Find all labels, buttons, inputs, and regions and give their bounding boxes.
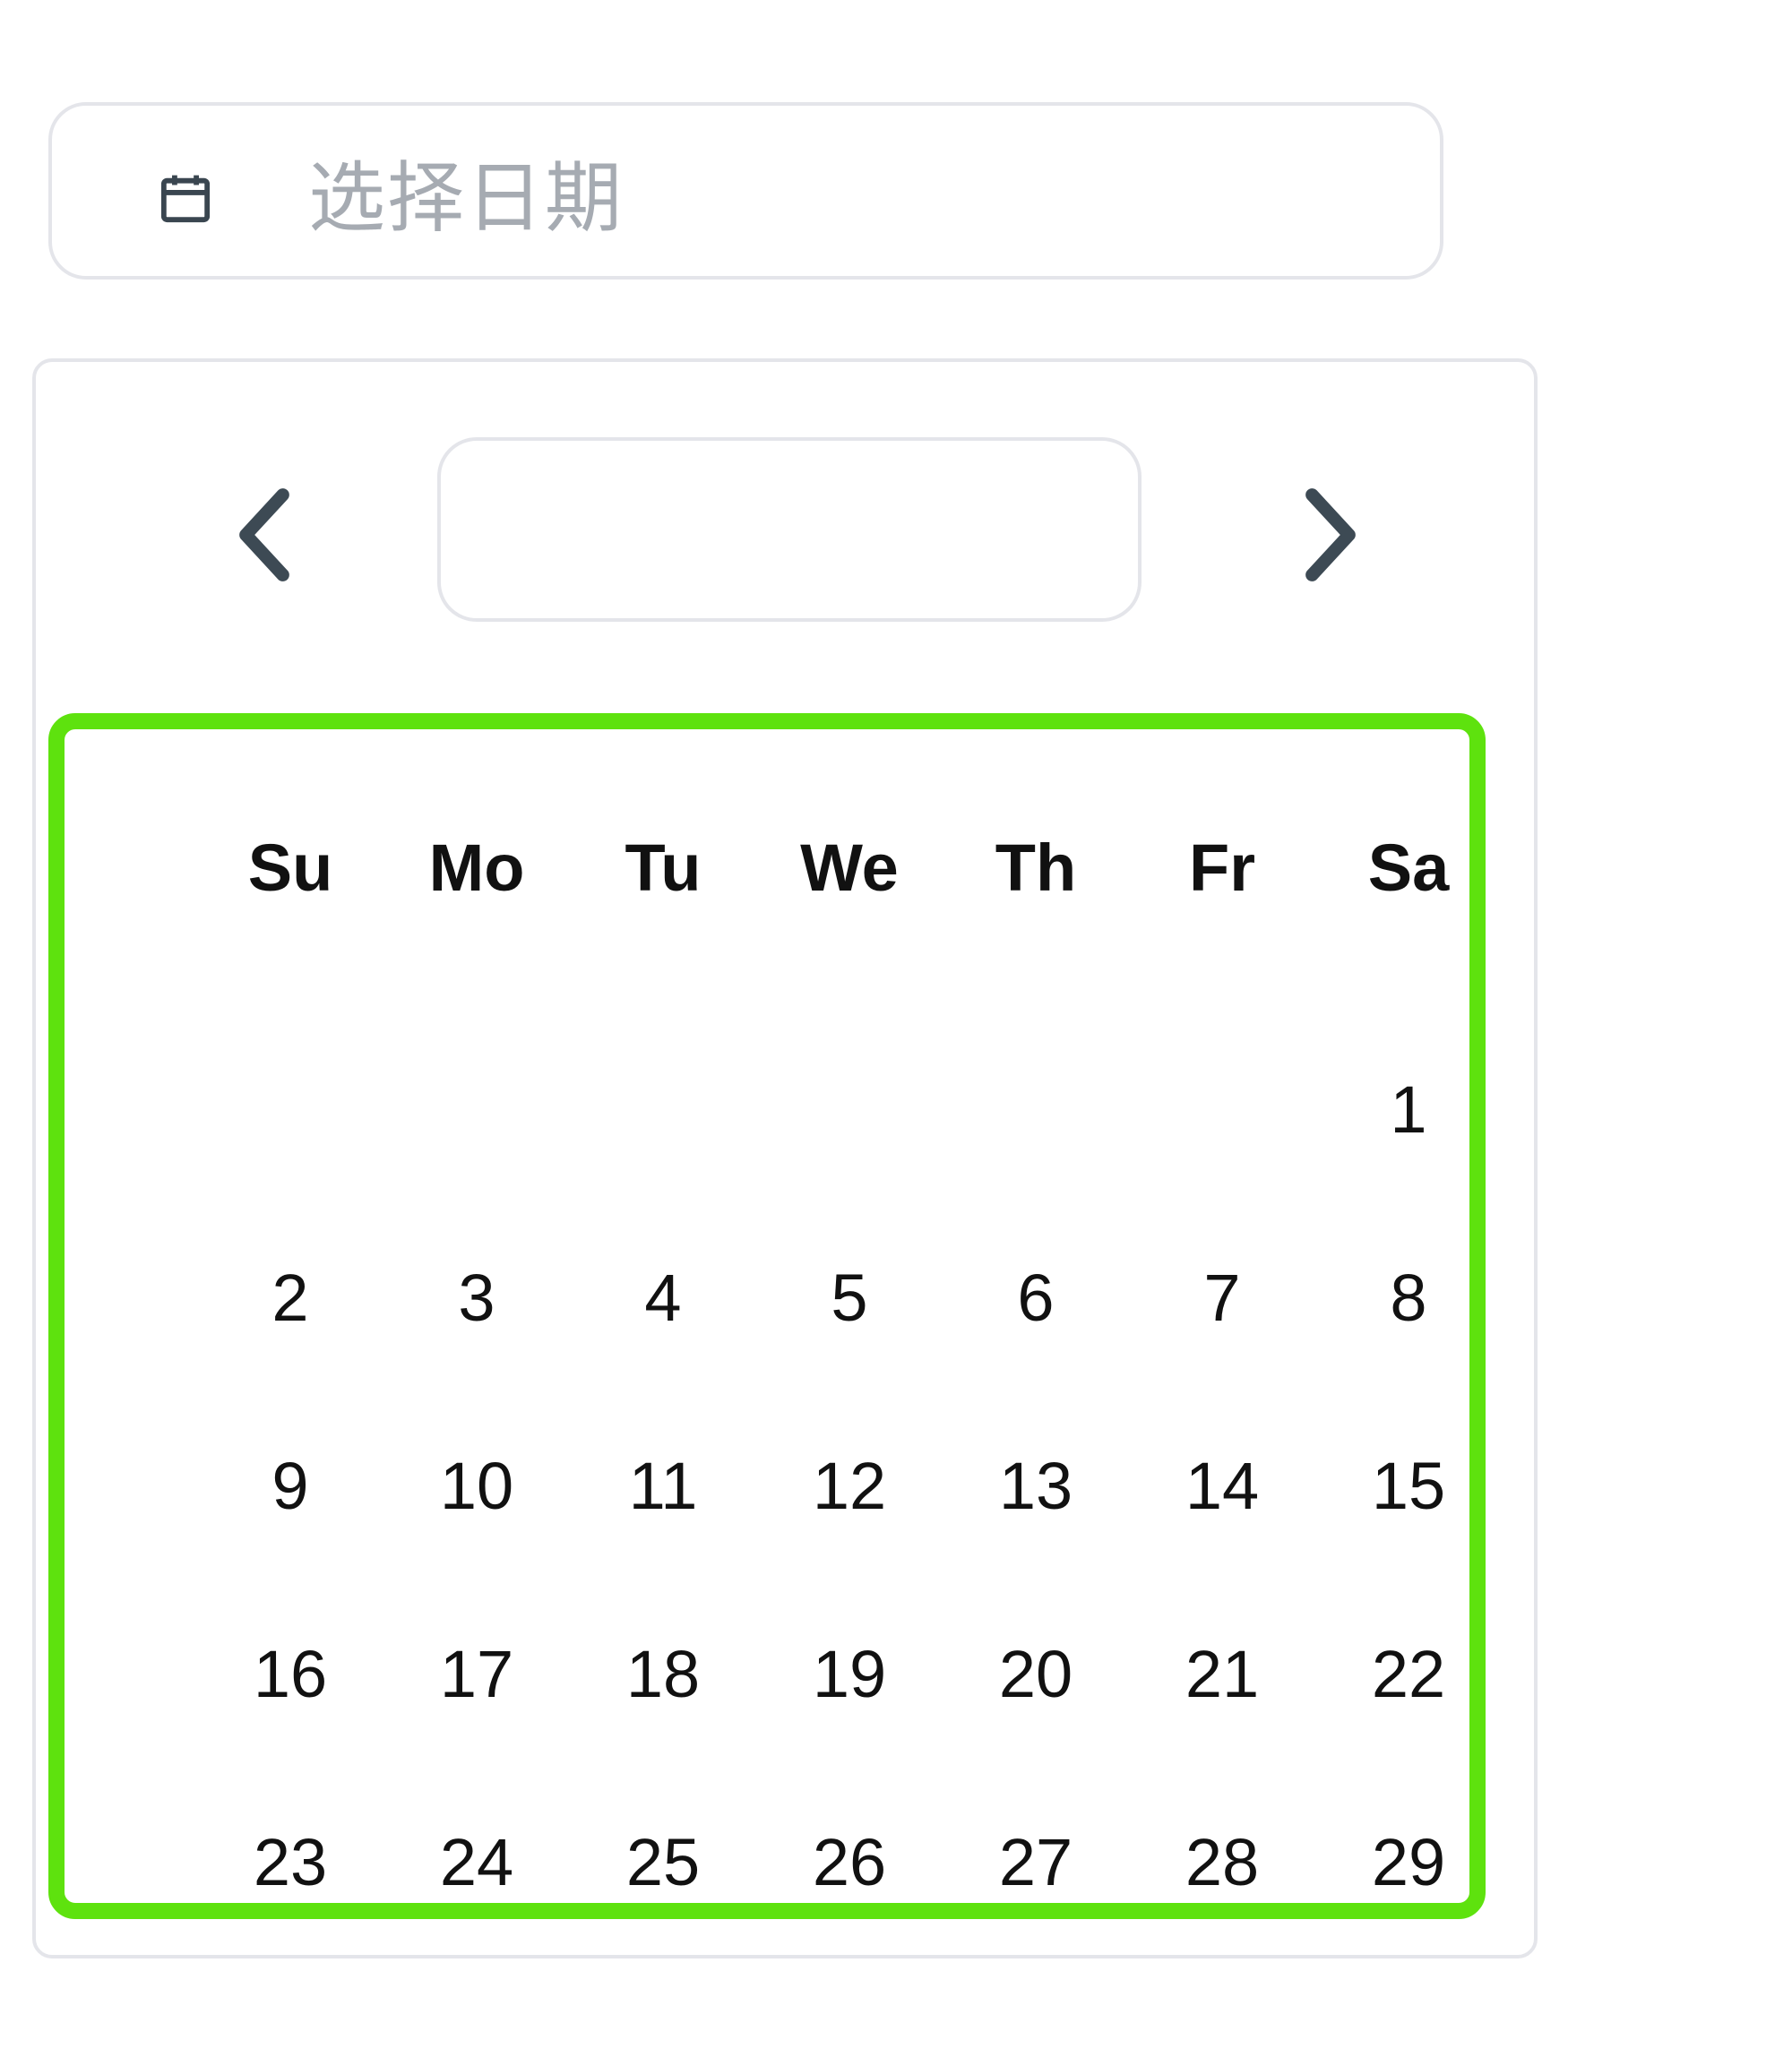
month-year-selector[interactable] — [437, 437, 1142, 622]
prev-month-button[interactable] — [215, 477, 314, 593]
week-row: 1 — [197, 1015, 1502, 1203]
calendar-grid: Su Mo Tu We Th Fr Sa 1 2 3 4 5 6 7 8 9 1… — [197, 813, 1502, 1956]
chevron-left-icon — [239, 488, 289, 581]
weekday-wednesday: We — [800, 830, 899, 905]
weekday-header-row: Su Mo Tu We Th Fr Sa — [197, 813, 1502, 921]
day-cell[interactable]: 24 — [383, 1824, 570, 1900]
day-cell[interactable]: 14 — [1129, 1448, 1315, 1524]
day-cell[interactable]: 3 — [383, 1260, 570, 1336]
day-cell[interactable]: 20 — [943, 1636, 1129, 1712]
week-row: 23 24 25 26 27 28 29 — [197, 1768, 1502, 1956]
day-cell[interactable]: 5 — [756, 1260, 943, 1336]
day-cell[interactable]: 8 — [1315, 1260, 1502, 1336]
day-cell[interactable]: 9 — [197, 1448, 383, 1524]
day-cell[interactable]: 13 — [943, 1448, 1129, 1524]
week-row: 2 3 4 5 6 7 8 — [197, 1203, 1502, 1391]
day-cell[interactable]: 1 — [1315, 1072, 1502, 1148]
day-cell[interactable]: 17 — [383, 1636, 570, 1712]
day-cell[interactable]: 18 — [570, 1636, 756, 1712]
day-cell[interactable]: 15 — [1315, 1448, 1502, 1524]
day-cell[interactable]: 11 — [570, 1448, 756, 1524]
weekday-saturday: Sa — [1367, 830, 1450, 905]
day-cell[interactable]: 6 — [943, 1260, 1129, 1336]
weekday-friday: Fr — [1189, 830, 1255, 905]
day-cell[interactable]: 12 — [756, 1448, 943, 1524]
weekday-sunday: Su — [247, 830, 333, 905]
weekday-monday: Mo — [428, 830, 525, 905]
date-input-placeholder: 选择日期 — [308, 153, 624, 244]
week-row: 16 17 18 19 20 21 22 — [197, 1580, 1502, 1768]
day-cell[interactable]: 21 — [1129, 1636, 1315, 1712]
day-cell[interactable]: 2 — [197, 1260, 383, 1336]
day-cell[interactable]: 22 — [1315, 1636, 1502, 1712]
day-cell[interactable]: 28 — [1129, 1824, 1315, 1900]
day-cell[interactable]: 23 — [197, 1824, 383, 1900]
date-picker-input[interactable]: 选择日期 — [48, 102, 1443, 280]
day-cell[interactable]: 7 — [1129, 1260, 1315, 1336]
chevron-right-icon — [1305, 488, 1356, 581]
day-cell[interactable]: 29 — [1315, 1824, 1502, 1900]
day-cell[interactable]: 19 — [756, 1636, 943, 1712]
day-cell[interactable]: 16 — [197, 1636, 383, 1712]
week-row: 9 10 11 12 13 14 15 — [197, 1391, 1502, 1580]
day-cell[interactable]: 25 — [570, 1824, 756, 1900]
day-cell[interactable]: 26 — [756, 1824, 943, 1900]
day-cell[interactable]: 27 — [943, 1824, 1129, 1900]
calendar-panel: Su Mo Tu We Th Fr Sa 1 2 3 4 5 6 7 8 9 1… — [32, 358, 1538, 1958]
calendar-icon — [159, 172, 211, 224]
next-month-button[interactable] — [1281, 477, 1380, 593]
weekday-thursday: Th — [995, 830, 1077, 905]
day-cell[interactable]: 10 — [383, 1448, 570, 1524]
day-cell[interactable]: 4 — [570, 1260, 756, 1336]
calendar-grid-highlight: Su Mo Tu We Th Fr Sa 1 2 3 4 5 6 7 8 9 1… — [48, 713, 1486, 1919]
weekday-tuesday: Tu — [625, 830, 702, 905]
